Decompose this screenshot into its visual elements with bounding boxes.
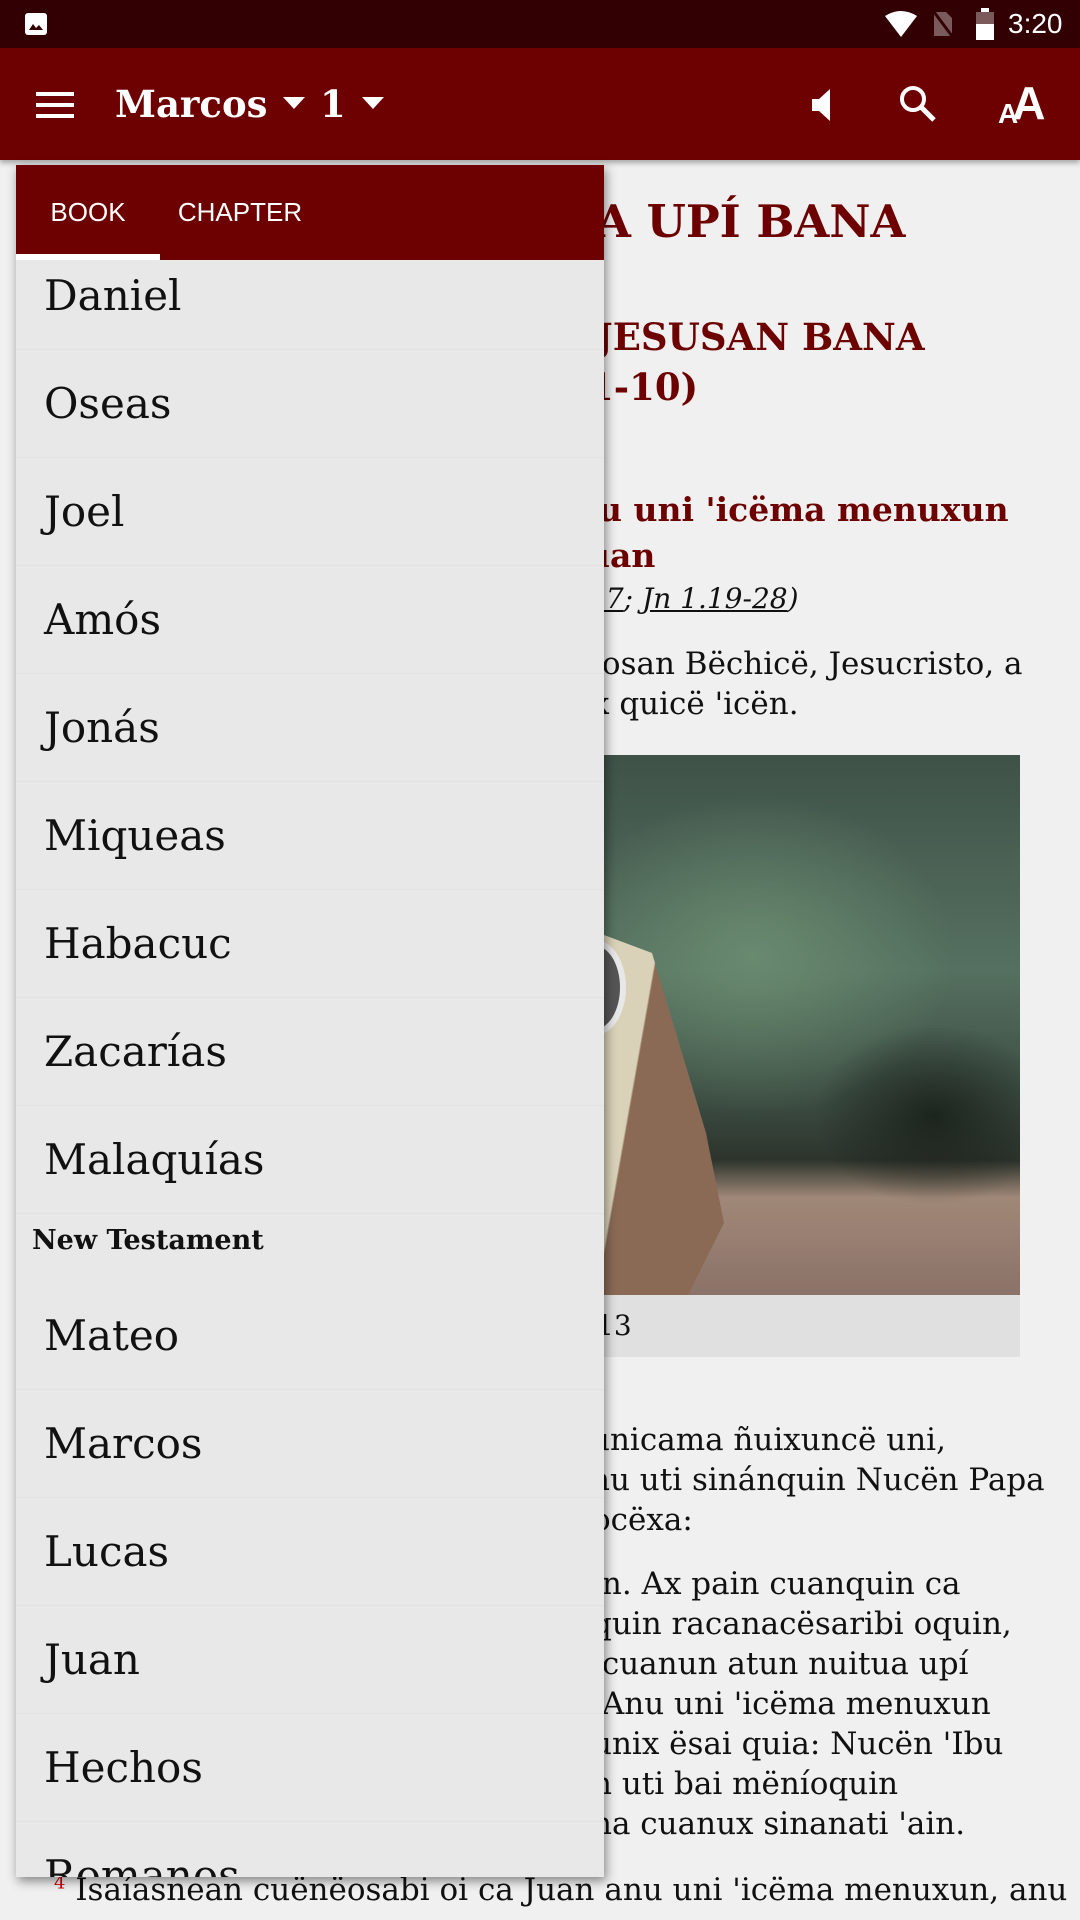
- quote-line: Anu uni 'icëma menuxun: [592, 1686, 991, 1722]
- book-item[interactable]: Marcos: [16, 1390, 604, 1498]
- image-caption: 13: [596, 1295, 1020, 1357]
- quote-line: quin racanacësaribi oquin,: [592, 1606, 1012, 1642]
- subheading-line1: nu uni 'icëma menuxun: [574, 490, 1009, 529]
- book-item[interactable]: Miqueas: [16, 782, 604, 890]
- chapter-title: A UPÍ BANA: [596, 195, 906, 248]
- clock: 3:20: [1008, 8, 1063, 39]
- book-item[interactable]: Lucas: [16, 1498, 604, 1606]
- chapter-selector[interactable]: 1: [320, 78, 384, 130]
- book-item[interactable]: Oseas: [16, 350, 604, 458]
- section-heading-line2: 1-10): [588, 365, 699, 409]
- battery-icon: [976, 8, 994, 40]
- verse-4: 4 Isaíasnean cuënëosabi oi ca Juan anu u…: [54, 1872, 1067, 1908]
- verse-text: Isaíasnean cuënëosabi oi ca Juan anu uni…: [75, 1872, 1068, 1908]
- text-size-icon-large: A: [1012, 77, 1046, 129]
- quote-line: cuanun atun nuitua upí: [592, 1646, 969, 1682]
- book-item[interactable]: Joel: [16, 458, 604, 566]
- book-chapter-picker: BOOK CHAPTER Daniel Oseas Joel Amós Jonás Miq…: [16, 165, 604, 1877]
- app-bar: Marcos 1 AA: [0, 48, 1080, 160]
- book-item[interactable]: Mateo: [16, 1282, 604, 1390]
- book-item[interactable]: Habacuc: [16, 890, 604, 998]
- book-item[interactable]: Hechos: [16, 1714, 604, 1822]
- book-item[interactable]: Romanos: [16, 1822, 604, 1877]
- book-item[interactable]: Jonás: [16, 674, 604, 782]
- menu-icon[interactable]: [36, 90, 76, 120]
- book-item[interactable]: Malaquías: [16, 1106, 604, 1214]
- verse-text: iosan Bëchicë, Jesucristo, a: [592, 646, 1023, 682]
- ref-end: ): [787, 582, 799, 615]
- verse-text: nu uti sinánquin Nucën Papa: [590, 1462, 1045, 1498]
- cross-reference: 17; Jn 1.19-28): [588, 582, 799, 615]
- dropdown-arrow-icon: [361, 97, 384, 109]
- illustration-image[interactable]: [604, 755, 1020, 1295]
- verse-text: unicama ñuixuncë uni,: [590, 1422, 946, 1458]
- verse-text: x quicë 'icën.: [592, 686, 799, 722]
- quote-line: n uti bai mëníoquin: [592, 1766, 899, 1802]
- search-icon[interactable]: [898, 84, 938, 124]
- wifi-icon: [885, 11, 917, 37]
- chapter-number: 1: [320, 82, 346, 126]
- section-header-new-testament: New Testament: [32, 1225, 264, 1256]
- quote-line: na cuanux sinanati 'ain.: [592, 1806, 966, 1842]
- book-item[interactable]: Juan: [16, 1606, 604, 1714]
- text-size-button[interactable]: AA: [998, 77, 1046, 130]
- image-icon: [25, 13, 47, 35]
- status-bar: 3:20: [0, 0, 1080, 48]
- verse-text: ocëxa:: [592, 1502, 693, 1538]
- book-selector[interactable]: Marcos: [115, 78, 306, 130]
- ref-sep: ;: [623, 582, 642, 615]
- quote-line: in. Ax pain cuanquin ca: [592, 1566, 961, 1602]
- quote-line: unix ësai quia: Nucën 'Ibu: [592, 1726, 1004, 1762]
- ref-link[interactable]: Jn 1.19-28: [642, 582, 788, 615]
- book-item[interactable]: Daniel: [16, 242, 604, 350]
- section-heading-line1: I JESUSAN BANA: [565, 315, 925, 359]
- speaker-icon[interactable]: [810, 88, 836, 122]
- book-item[interactable]: Amós: [16, 566, 604, 674]
- dropdown-arrow-icon: [283, 97, 306, 109]
- no-sim-icon: [932, 11, 954, 37]
- book-name: Marcos: [115, 82, 268, 126]
- book-item[interactable]: Zacarías: [16, 998, 604, 1106]
